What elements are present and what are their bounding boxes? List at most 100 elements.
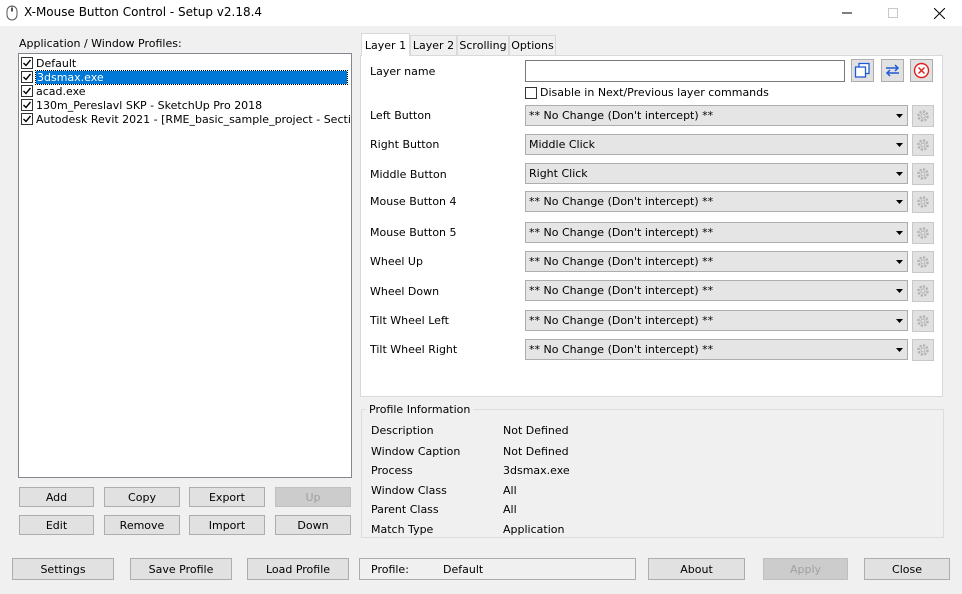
- info-label: Parent Class: [371, 503, 439, 516]
- remove-profile-button[interactable]: Remove: [104, 515, 180, 535]
- profile-checkbox[interactable]: [21, 99, 33, 111]
- info-value: Not Defined: [503, 424, 569, 437]
- copy-profile-button[interactable]: Copy: [104, 487, 180, 507]
- gear-icon: [917, 315, 929, 327]
- swap-layers-button[interactable]: [881, 59, 904, 82]
- profile-item-sketchup[interactable]: 130m_Pereslavl SKP - SketchUp Pro 2018: [21, 98, 262, 112]
- chevron-down-icon: [896, 172, 903, 176]
- about-button[interactable]: About: [648, 558, 745, 580]
- profile-checkbox[interactable]: [21, 71, 33, 83]
- tab-scrolling[interactable]: Scrolling: [457, 35, 509, 55]
- move-down-button[interactable]: Down: [275, 515, 351, 535]
- chevron-down-icon: [896, 260, 903, 264]
- tab-layer-2[interactable]: Layer 2: [410, 35, 457, 55]
- disable-layer-checkbox-row[interactable]: Disable in Next/Previous layer commands: [525, 86, 769, 99]
- window-title: X-Mouse Button Control - Setup v2.18.4: [24, 5, 263, 19]
- select-value: ** No Change (Don't intercept) **: [529, 343, 714, 356]
- select-value: Right Click: [529, 167, 588, 180]
- check-icon: [23, 73, 32, 81]
- disable-layer-checkbox[interactable]: [525, 86, 537, 99]
- chevron-down-icon: [896, 143, 903, 147]
- copy-layer-button[interactable]: [851, 59, 874, 82]
- close-window-button[interactable]: [916, 0, 962, 26]
- middle-button-label: Middle Button: [370, 168, 447, 181]
- profile-item-acad[interactable]: acad.exe: [21, 84, 86, 98]
- wheel-down-select[interactable]: ** No Change (Don't intercept) **: [525, 280, 908, 301]
- select-value: ** No Change (Don't intercept) **: [529, 284, 714, 297]
- mouse-button-4-select[interactable]: ** No Change (Don't intercept) **: [525, 191, 908, 212]
- profile-checkbox[interactable]: [21, 57, 33, 69]
- profile-checkbox[interactable]: [21, 113, 33, 125]
- info-value: All: [503, 484, 517, 497]
- middle-button-settings-button: [912, 163, 934, 185]
- info-label: Window Class: [371, 484, 447, 497]
- layer-name-input[interactable]: [525, 60, 845, 82]
- minimize-icon: [842, 12, 852, 14]
- tilt-wheel-left-select[interactable]: ** No Change (Don't intercept) **: [525, 310, 908, 331]
- chevron-down-icon: [896, 319, 903, 323]
- profile-status-label: Profile:: [371, 563, 409, 576]
- disable-layer-label: Disable in Next/Previous layer commands: [540, 86, 769, 99]
- info-label: Match Type: [371, 523, 434, 536]
- wheel-up-select[interactable]: ** No Change (Don't intercept) **: [525, 251, 908, 272]
- move-up-button: Up: [275, 487, 351, 507]
- right-button-select[interactable]: Middle Click: [525, 134, 908, 155]
- minimize-button[interactable]: [824, 0, 870, 26]
- profile-item-default[interactable]: Default: [21, 56, 76, 70]
- profile-item-revit[interactable]: Autodesk Revit 2021 - [RME_basic_sample_…: [21, 112, 351, 126]
- chevron-down-icon: [896, 200, 903, 204]
- profile-information-group: [361, 409, 944, 538]
- check-icon: [23, 59, 32, 67]
- tab-options[interactable]: Options: [509, 35, 556, 55]
- delete-icon: [913, 62, 930, 79]
- load-profile-button[interactable]: Load Profile: [247, 558, 349, 580]
- check-icon: [23, 101, 32, 109]
- close-button[interactable]: Close: [864, 558, 950, 580]
- middle-button-select[interactable]: Right Click: [525, 163, 908, 184]
- mouse-button-5-select[interactable]: ** No Change (Don't intercept) **: [525, 222, 908, 243]
- profiles-header: Application / Window Profiles:: [19, 37, 182, 50]
- maximize-button: [870, 0, 916, 26]
- check-icon: [23, 115, 32, 123]
- gear-icon: [917, 110, 929, 122]
- gear-icon: [917, 196, 929, 208]
- app-mouse-icon: [5, 5, 19, 21]
- tilt-wheel-right-select[interactable]: ** No Change (Don't intercept) **: [525, 339, 908, 360]
- mouse-button-5-label: Mouse Button 5: [370, 226, 457, 239]
- left-button-settings-button: [912, 105, 934, 127]
- wheel-up-settings-button: [912, 251, 934, 273]
- info-label: Process: [371, 464, 413, 477]
- chevron-down-icon: [896, 348, 903, 352]
- profile-label: Autodesk Revit 2021 - [RME_basic_sample_…: [36, 112, 351, 126]
- profiles-listbox[interactable]: Default 3dsmax.exe acad.exe 130m_Peresla…: [18, 53, 352, 478]
- left-button-select[interactable]: ** No Change (Don't intercept) **: [525, 105, 908, 126]
- left-button-label: Left Button: [370, 109, 432, 122]
- tilt-wheel-right-settings-button: [912, 339, 934, 361]
- maximize-icon: [888, 8, 898, 18]
- edit-profile-button[interactable]: Edit: [19, 515, 94, 535]
- profile-item-3dsmax[interactable]: 3dsmax.exe: [21, 69, 348, 85]
- clear-layer-button[interactable]: [910, 59, 933, 82]
- save-profile-button[interactable]: Save Profile: [130, 558, 232, 580]
- select-value: Middle Click: [529, 138, 596, 151]
- tilt-wheel-right-label: Tilt Wheel Right: [370, 343, 458, 356]
- add-profile-button[interactable]: Add: [19, 487, 94, 507]
- profile-label: 130m_Pereslavl SKP - SketchUp Pro 2018: [36, 98, 263, 112]
- info-value: Not Defined: [503, 445, 569, 458]
- profile-status-value: Default: [443, 563, 484, 576]
- export-profile-button[interactable]: Export: [189, 487, 265, 507]
- chevron-down-icon: [896, 289, 903, 293]
- chevron-down-icon: [896, 114, 903, 118]
- gear-icon: [917, 227, 929, 239]
- tilt-wheel-left-settings-button: [912, 310, 934, 332]
- select-value: ** No Change (Don't intercept) **: [529, 226, 714, 239]
- chevron-down-icon: [896, 231, 903, 235]
- profile-label: 3dsmax.exe: [35, 69, 348, 85]
- select-value: ** No Change (Don't intercept) **: [529, 255, 714, 268]
- settings-button[interactable]: Settings: [12, 558, 114, 580]
- tab-layer-1[interactable]: Layer 1: [361, 33, 410, 56]
- import-profile-button[interactable]: Import: [189, 515, 265, 535]
- gear-icon: [917, 344, 929, 356]
- profile-checkbox[interactable]: [21, 85, 33, 97]
- select-value: ** No Change (Don't intercept) **: [529, 109, 714, 122]
